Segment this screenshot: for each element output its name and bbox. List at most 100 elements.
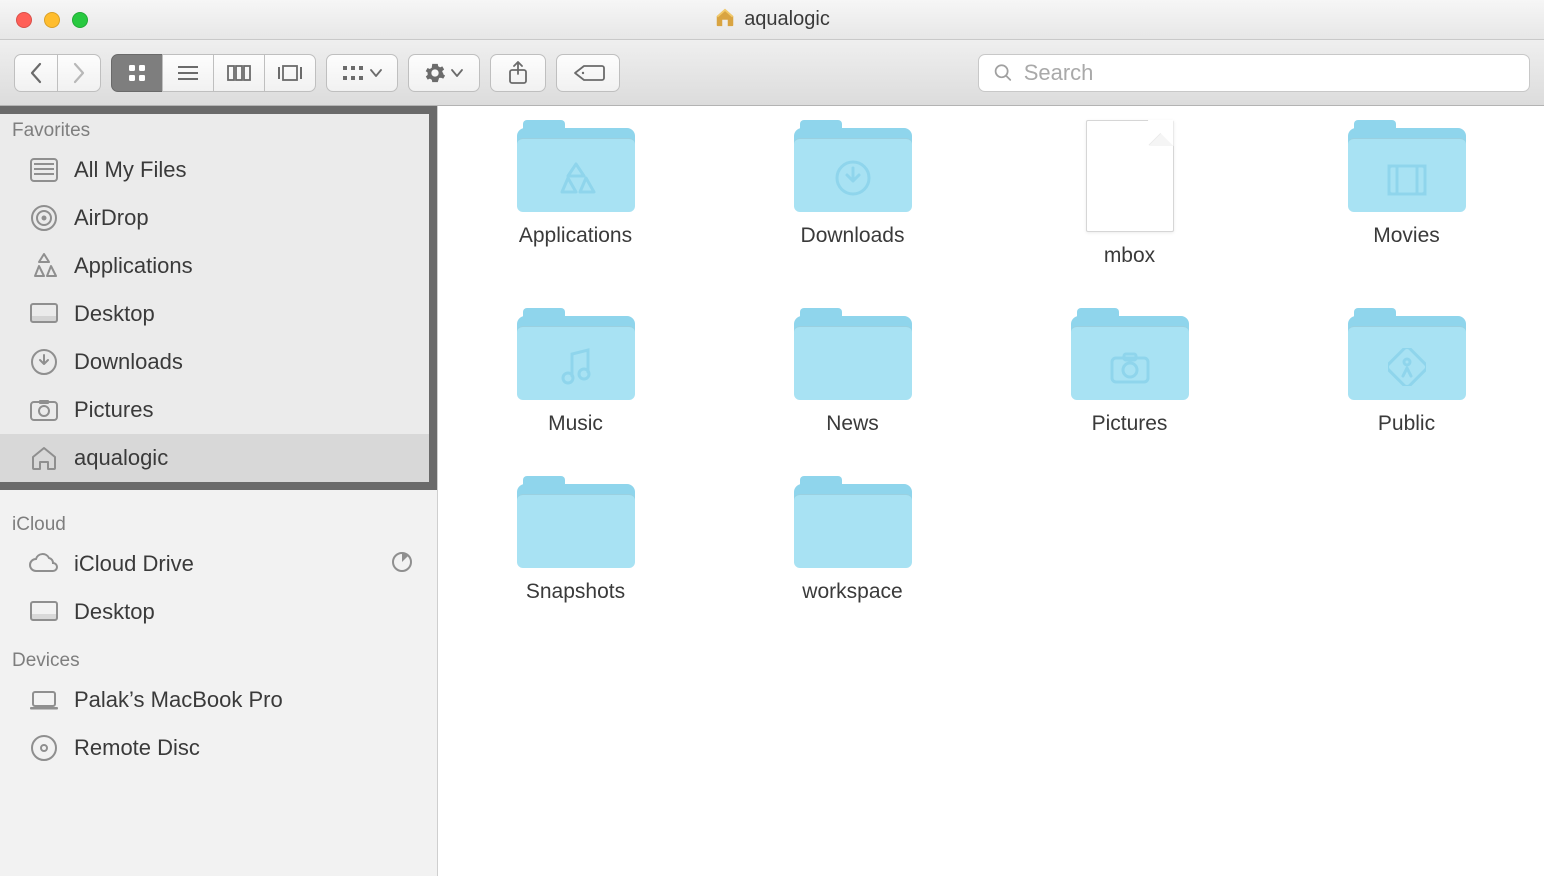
folder-icon: [1348, 308, 1466, 400]
sidebar-item-label: Applications: [74, 253, 193, 279]
folder-icon: [517, 120, 635, 212]
sidebar-item-airdrop[interactable]: AirDrop: [0, 194, 429, 242]
sidebar-item-all-my-files[interactable]: All My Files: [0, 146, 429, 194]
sidebar: Favorites All My Files AirDrop Applicati…: [0, 106, 438, 876]
nav-buttons: [14, 54, 101, 92]
folder-item[interactable]: Movies: [1273, 120, 1540, 268]
folder-item[interactable]: News: [719, 308, 986, 436]
pictures-icon: [28, 394, 60, 426]
item-label: mbox: [1104, 244, 1155, 268]
sidebar-section-icloud-title: iCloud: [0, 500, 437, 540]
desktop-icon: [28, 596, 60, 628]
file-icon: [1086, 120, 1174, 232]
sidebar-item-aqualogic[interactable]: aqualogic: [0, 434, 429, 482]
window-title: aqualogic: [0, 6, 1544, 34]
downloads-icon: [28, 346, 60, 378]
folder-item[interactable]: Music: [442, 308, 709, 436]
item-label: workspace: [802, 580, 902, 604]
folder-item[interactable]: workspace: [719, 476, 986, 604]
view-gallery-button[interactable]: [264, 54, 316, 92]
chevron-down-icon: [450, 66, 464, 80]
sidebar-section-favorites-title: Favorites: [0, 114, 429, 146]
sidebar-item-icloud-desktop[interactable]: Desktop: [0, 588, 437, 636]
toolbar: [0, 40, 1544, 106]
window-zoom-button[interactable]: [72, 12, 88, 28]
desktop-icon: [28, 298, 60, 330]
item-label: Music: [548, 412, 603, 436]
window-close-button[interactable]: [16, 12, 32, 28]
folder-icon: [517, 308, 635, 400]
sidebar-item-label: aqualogic: [74, 445, 168, 471]
icloud-usage-icon: [391, 551, 413, 578]
sidebar-item-downloads[interactable]: Downloads: [0, 338, 429, 386]
sidebar-item-label: Desktop: [74, 301, 155, 327]
sidebar-item-icloud-drive[interactable]: iCloud Drive: [0, 540, 208, 588]
content-area[interactable]: Applications Downloads mbox Movies Music…: [438, 106, 1544, 876]
forward-button[interactable]: [57, 54, 101, 92]
sidebar-item-label: Palak’s MacBook Pro: [74, 687, 283, 713]
gear-icon: [424, 62, 446, 84]
all-my-files-icon: [28, 154, 60, 186]
tag-button[interactable]: [556, 54, 620, 92]
back-button[interactable]: [14, 54, 58, 92]
sidebar-item-label: Pictures: [74, 397, 153, 423]
airdrop-icon: [28, 202, 60, 234]
sidebar-item-label: AirDrop: [74, 205, 149, 231]
file-item[interactable]: mbox: [996, 120, 1263, 268]
sidebar-item-desktop[interactable]: Desktop: [0, 290, 429, 338]
arrange-button[interactable]: [326, 54, 398, 92]
traffic-lights: [0, 12, 88, 28]
sidebar-section-devices-title: Devices: [0, 636, 437, 676]
sidebar-item-label: iCloud Drive: [74, 551, 194, 577]
share-button[interactable]: [490, 54, 546, 92]
folder-icon: [794, 308, 912, 400]
item-label: Public: [1378, 412, 1435, 436]
folder-item[interactable]: Public: [1273, 308, 1540, 436]
folder-icon: [517, 476, 635, 568]
window-minimize-button[interactable]: [44, 12, 60, 28]
applications-icon: [28, 250, 60, 282]
item-label: News: [826, 412, 879, 436]
home-icon: [28, 442, 60, 474]
laptop-icon: [28, 684, 60, 716]
folder-item[interactable]: Downloads: [719, 120, 986, 268]
sidebar-item-applications[interactable]: Applications: [0, 242, 429, 290]
sidebar-item-macbook[interactable]: Palak’s MacBook Pro: [0, 676, 437, 724]
search-input[interactable]: [1024, 60, 1515, 86]
view-icon-grid-button[interactable]: [111, 54, 163, 92]
item-label: Applications: [519, 224, 632, 248]
search-icon: [993, 62, 1014, 84]
folder-icon: [1071, 308, 1189, 400]
folder-item[interactable]: Applications: [442, 120, 709, 268]
disc-icon: [28, 732, 60, 764]
sidebar-item-label: Remote Disc: [74, 735, 200, 761]
item-label: Movies: [1373, 224, 1440, 248]
search-field[interactable]: [978, 54, 1530, 92]
cloud-icon: [28, 548, 60, 580]
view-mode: [111, 54, 316, 92]
window-titlebar: aqualogic: [0, 0, 1544, 40]
folder-item[interactable]: Pictures: [996, 308, 1263, 436]
folder-icon: [794, 120, 912, 212]
sidebar-item-label: Desktop: [74, 599, 155, 625]
action-button[interactable]: [408, 54, 480, 92]
folder-icon: [1348, 120, 1466, 212]
window-title-text: aqualogic: [744, 8, 830, 31]
folder-icon: [794, 476, 912, 568]
view-list-button[interactable]: [162, 54, 214, 92]
item-label: Downloads: [801, 224, 905, 248]
sidebar-item-label: All My Files: [74, 157, 186, 183]
sidebar-item-remote-disc[interactable]: Remote Disc: [0, 724, 437, 772]
sidebar-item-label: Downloads: [74, 349, 183, 375]
chevron-down-icon: [369, 66, 383, 80]
icon-grid: Applications Downloads mbox Movies Music…: [442, 120, 1540, 604]
tag-icon: [570, 62, 606, 84]
folder-item[interactable]: Snapshots: [442, 476, 709, 604]
item-label: Pictures: [1092, 412, 1168, 436]
favorites-highlight-box: Favorites All My Files AirDrop Applicati…: [0, 106, 437, 490]
home-icon: [714, 6, 736, 34]
share-icon: [507, 61, 529, 85]
item-label: Snapshots: [526, 580, 625, 604]
view-columns-button[interactable]: [213, 54, 265, 92]
sidebar-item-pictures[interactable]: Pictures: [0, 386, 429, 434]
